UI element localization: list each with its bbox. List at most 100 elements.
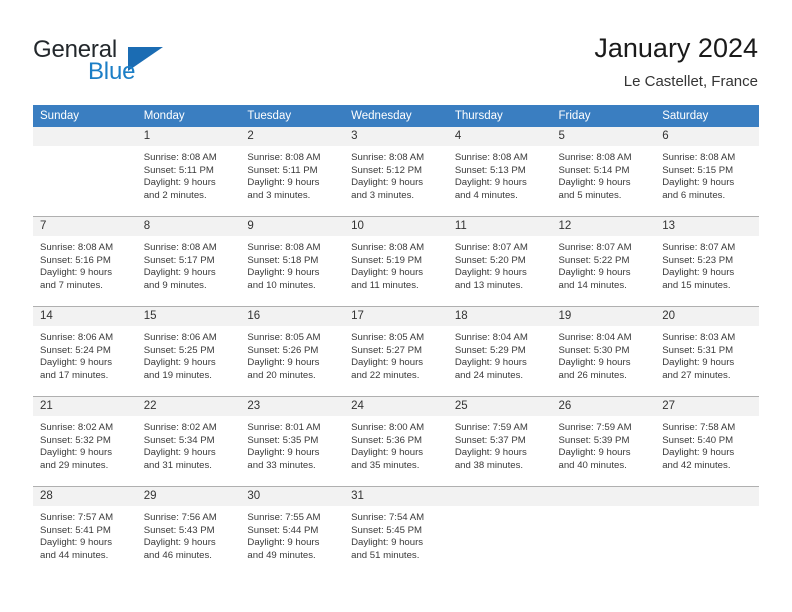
brand-logo[interactable]: General Blue — [33, 36, 243, 88]
weekday-header-friday: Friday — [551, 105, 656, 127]
sunrise-text: Sunrise: 8:07 AM — [454, 242, 528, 253]
weekday-header-row: Sunday Monday Tuesday Wednesday Thursday… — [33, 105, 759, 127]
sunset-text: Sunset: 5:18 PM — [247, 254, 319, 266]
day-cell[interactable]: 10 Sunrise: 8:08 AM Sunset: 5:19 PM Dayl… — [344, 216, 448, 307]
sunrise-text: Sunrise: 7:59 AM — [454, 422, 528, 433]
day-number: 7 — [33, 217, 137, 236]
day-cell[interactable]: 29 Sunrise: 7:56 AM Sunset: 5:43 PM Dayl… — [136, 486, 241, 576]
day-number: 3 — [344, 127, 448, 146]
day-cell[interactable] — [33, 127, 137, 217]
sunset-text: Sunset: 5:14 PM — [558, 164, 630, 176]
daylight-text-line2: and 6 minutes. — [662, 189, 726, 201]
day-cell[interactable] — [447, 486, 552, 576]
day-number: 28 — [33, 487, 137, 506]
day-cell[interactable]: 6 Sunrise: 8:08 AM Sunset: 5:15 PM Dayli… — [655, 127, 759, 217]
daylight-text-line1: Daylight: 9 hours — [558, 357, 631, 369]
day-number: 12 — [551, 217, 656, 236]
sunset-text: Sunset: 5:22 PM — [558, 254, 630, 266]
day-cell[interactable] — [551, 486, 656, 576]
day-cell[interactable]: 30 Sunrise: 7:55 AM Sunset: 5:44 PM Dayl… — [240, 486, 345, 576]
day-cell[interactable]: 11 Sunrise: 8:07 AM Sunset: 5:20 PM Dayl… — [447, 216, 552, 307]
sunrise-text: Sunrise: 8:01 AM — [247, 422, 321, 433]
sunset-text: Sunset: 5:17 PM — [143, 254, 215, 266]
daylight-text-line1: Daylight: 9 hours — [143, 177, 216, 189]
day-cell[interactable]: 14 Sunrise: 8:06 AM Sunset: 5:24 PM Dayl… — [33, 306, 137, 397]
calendar-page: General Blue January 2024 Le Castellet, … — [0, 0, 792, 612]
daylight-text-line2: and 7 minutes. — [40, 279, 103, 291]
sunrise-text: Sunrise: 7:59 AM — [558, 422, 632, 433]
day-cell[interactable]: 9 Sunrise: 8:08 AM Sunset: 5:18 PM Dayli… — [240, 216, 345, 307]
day-cell[interactable]: 1 Sunrise: 8:08 AM Sunset: 5:11 PM Dayli… — [136, 127, 241, 217]
sunset-text: Sunset: 5:45 PM — [351, 524, 423, 536]
sunset-text: Sunset: 5:11 PM — [247, 164, 318, 176]
day-cell[interactable]: 2 Sunrise: 8:08 AM Sunset: 5:11 PM Dayli… — [240, 127, 345, 217]
day-number: 27 — [655, 397, 759, 416]
sunset-text: Sunset: 5:44 PM — [247, 524, 319, 536]
day-cell[interactable]: 18 Sunrise: 8:04 AM Sunset: 5:29 PM Dayl… — [447, 306, 552, 397]
day-cell[interactable]: 26 Sunrise: 7:59 AM Sunset: 5:39 PM Dayl… — [551, 396, 656, 487]
day-details: Sunrise: 8:05 AM Sunset: 5:27 PM Dayligh… — [344, 326, 448, 382]
daylight-text-line2: and 2 minutes. — [143, 189, 207, 201]
day-number: 6 — [655, 127, 759, 146]
day-cell[interactable]: 8 Sunrise: 8:08 AM Sunset: 5:17 PM Dayli… — [136, 216, 241, 307]
day-cell[interactable]: 4 Sunrise: 8:08 AM Sunset: 5:13 PM Dayli… — [447, 127, 552, 217]
day-cell[interactable]: 21 Sunrise: 8:02 AM Sunset: 5:32 PM Dayl… — [33, 396, 137, 487]
daylight-text-line2: and 40 minutes. — [558, 459, 627, 471]
day-cell[interactable]: 12 Sunrise: 8:07 AM Sunset: 5:22 PM Dayl… — [551, 216, 656, 307]
daylight-text-line2: and 33 minutes. — [247, 459, 316, 471]
day-details: Sunrise: 8:07 AM Sunset: 5:22 PM Dayligh… — [552, 236, 656, 292]
sunrise-text: Sunrise: 8:08 AM — [143, 242, 217, 253]
daylight-text-line2: and 14 minutes. — [558, 279, 627, 291]
daylight-text-line1: Daylight: 9 hours — [351, 177, 424, 189]
daylight-text-line2: and 17 minutes. — [40, 369, 109, 381]
day-cell[interactable]: 22 Sunrise: 8:02 AM Sunset: 5:34 PM Dayl… — [136, 396, 241, 487]
day-cell[interactable]: 25 Sunrise: 7:59 AM Sunset: 5:37 PM Dayl… — [447, 396, 552, 487]
day-details: Sunrise: 8:08 AM Sunset: 5:11 PM Dayligh… — [137, 146, 241, 202]
sunrise-text: Sunrise: 8:08 AM — [143, 152, 217, 163]
sunrise-text: Sunrise: 8:04 AM — [558, 332, 632, 343]
day-number: 31 — [344, 487, 448, 506]
day-details: Sunrise: 7:58 AM Sunset: 5:40 PM Dayligh… — [655, 416, 759, 472]
day-cell[interactable]: 15 Sunrise: 8:06 AM Sunset: 5:25 PM Dayl… — [136, 306, 241, 397]
day-details: Sunrise: 7:54 AM Sunset: 5:45 PM Dayligh… — [344, 506, 448, 562]
day-details: Sunrise: 7:59 AM Sunset: 5:39 PM Dayligh… — [552, 416, 656, 472]
weekday-header-wednesday: Wednesday — [344, 105, 448, 127]
day-cell[interactable] — [655, 486, 759, 576]
day-cell[interactable]: 17 Sunrise: 8:05 AM Sunset: 5:27 PM Dayl… — [344, 306, 448, 397]
daylight-text-line1: Daylight: 9 hours — [247, 357, 320, 369]
sunrise-text: Sunrise: 8:06 AM — [40, 332, 114, 343]
week-row: 14 Sunrise: 8:06 AM Sunset: 5:24 PM Dayl… — [33, 306, 759, 397]
sunrise-text: Sunrise: 8:02 AM — [40, 422, 114, 433]
day-cell[interactable]: 19 Sunrise: 8:04 AM Sunset: 5:30 PM Dayl… — [551, 306, 656, 397]
day-details — [655, 506, 759, 512]
day-details: Sunrise: 8:06 AM Sunset: 5:25 PM Dayligh… — [137, 326, 241, 382]
daylight-text-line1: Daylight: 9 hours — [454, 267, 527, 279]
sunset-text: Sunset: 5:39 PM — [558, 434, 630, 446]
day-cell[interactable]: 27 Sunrise: 7:58 AM Sunset: 5:40 PM Dayl… — [655, 396, 759, 487]
day-number — [655, 487, 759, 506]
day-cell[interactable]: 20 Sunrise: 8:03 AM Sunset: 5:31 PM Dayl… — [655, 306, 759, 397]
sunset-text: Sunset: 5:35 PM — [247, 434, 319, 446]
sunset-text: Sunset: 5:43 PM — [143, 524, 215, 536]
daylight-text-line1: Daylight: 9 hours — [351, 537, 424, 549]
daylight-text-line1: Daylight: 9 hours — [454, 357, 527, 369]
day-cell[interactable]: 16 Sunrise: 8:05 AM Sunset: 5:26 PM Dayl… — [240, 306, 345, 397]
day-cell[interactable]: 5 Sunrise: 8:08 AM Sunset: 5:14 PM Dayli… — [551, 127, 656, 217]
sunset-text: Sunset: 5:26 PM — [247, 344, 319, 356]
daylight-text-line1: Daylight: 9 hours — [351, 357, 424, 369]
sunset-text: Sunset: 5:24 PM — [40, 344, 111, 356]
day-cell[interactable]: 3 Sunrise: 8:08 AM Sunset: 5:12 PM Dayli… — [344, 127, 448, 217]
day-cell[interactable]: 13 Sunrise: 8:07 AM Sunset: 5:23 PM Dayl… — [655, 216, 759, 307]
day-cell[interactable]: 31 Sunrise: 7:54 AM Sunset: 5:45 PM Dayl… — [344, 486, 448, 576]
day-cell[interactable]: 28 Sunrise: 7:57 AM Sunset: 5:41 PM Dayl… — [33, 486, 137, 576]
daylight-text-line2: and 26 minutes. — [558, 369, 627, 381]
day-cell[interactable]: 24 Sunrise: 8:00 AM Sunset: 5:36 PM Dayl… — [344, 396, 448, 487]
day-cell[interactable]: 7 Sunrise: 8:08 AM Sunset: 5:16 PM Dayli… — [33, 216, 137, 307]
day-details — [552, 506, 656, 512]
daylight-text-line1: Daylight: 9 hours — [662, 447, 735, 459]
weekday-header-monday: Monday — [136, 105, 241, 127]
day-details: Sunrise: 8:08 AM Sunset: 5:14 PM Dayligh… — [552, 146, 656, 202]
sunset-text: Sunset: 5:23 PM — [662, 254, 734, 266]
title-block: January 2024 Le Castellet, France — [594, 32, 758, 91]
day-cell[interactable]: 23 Sunrise: 8:01 AM Sunset: 5:35 PM Dayl… — [240, 396, 345, 487]
